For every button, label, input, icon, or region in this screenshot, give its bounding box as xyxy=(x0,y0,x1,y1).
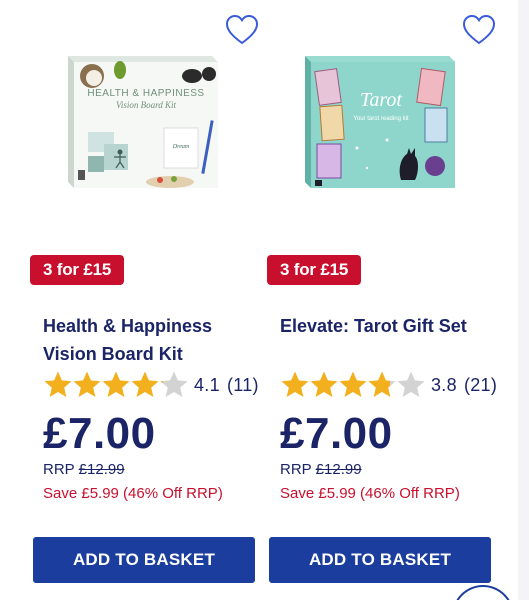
rating-score: 4.1 xyxy=(194,374,220,395)
star-icon xyxy=(102,371,130,397)
star-icon xyxy=(310,371,338,397)
product-title[interactable]: Elevate: Tarot Gift Set xyxy=(280,312,490,340)
star-icon xyxy=(368,371,396,397)
product-rating[interactable]: 4.1 (11) xyxy=(43,368,259,402)
rrp-label: RRP xyxy=(43,461,75,478)
next-card-edge xyxy=(518,0,529,600)
product-image[interactable]: Tarot Your tarot reading kit xyxy=(297,48,461,196)
rrp-label: RRP xyxy=(280,461,312,478)
star-icon xyxy=(339,371,367,397)
wishlist-button[interactable] xyxy=(462,14,496,46)
savings-text: Save £5.99 (46% Off RRP) xyxy=(280,485,460,502)
product-image[interactable]: HEALTH & HAPPINESS Vision Board Kit Drea… xyxy=(60,48,224,196)
product-price: £7.00 xyxy=(280,409,393,458)
star-icon xyxy=(281,371,309,397)
box-subtitle: Vision Board Kit xyxy=(116,100,177,110)
star-icon xyxy=(131,371,159,397)
add-to-basket-button[interactable]: ADD TO BASKET xyxy=(33,537,255,583)
promo-badge[interactable]: 3 for £15 xyxy=(267,255,362,285)
rating-stars xyxy=(280,370,425,400)
promo-badge[interactable]: 3 for £15 xyxy=(30,255,125,285)
add-to-basket-button[interactable]: ADD TO BASKET xyxy=(269,537,491,583)
heart-outline-icon xyxy=(462,14,496,45)
rrp-price: £12.99 xyxy=(78,461,125,478)
star-icon xyxy=(160,371,188,397)
rating-score: 3.8 xyxy=(431,374,457,395)
product-card: Tarot Your tarot reading kit 3 for £15 E… xyxy=(261,0,498,600)
heart-outline-icon xyxy=(225,14,259,45)
product-card: HEALTH & HAPPINESS Vision Board Kit Drea… xyxy=(24,0,261,600)
product-title[interactable]: Health & Happiness Vision Board Kit xyxy=(43,312,253,368)
product-price: £7.00 xyxy=(43,409,156,458)
star-icon xyxy=(44,371,72,397)
rrp-price: £12.99 xyxy=(315,461,362,478)
star-icon xyxy=(397,371,425,397)
star-icon xyxy=(73,371,101,397)
box-subtitle: Your tarot reading kit xyxy=(353,116,408,122)
savings-text: Save £5.99 (46% Off RRP) xyxy=(43,485,223,502)
rating-stars xyxy=(43,370,188,400)
product-rating[interactable]: 3.8 (21) xyxy=(280,368,497,402)
wishlist-button[interactable] xyxy=(225,14,259,46)
review-count[interactable]: (11) xyxy=(227,375,259,396)
box-title: HEALTH & HAPPINESS xyxy=(87,88,204,99)
product-grid: HEALTH & HAPPINESS Vision Board Kit Drea… xyxy=(0,0,529,600)
review-count[interactable]: (21) xyxy=(464,375,497,396)
svg-text:Dream: Dream xyxy=(172,144,190,150)
rrp-line: RRP £12.99 xyxy=(43,461,125,478)
rrp-line: RRP £12.99 xyxy=(280,461,362,478)
box-title: Tarot xyxy=(360,89,402,111)
